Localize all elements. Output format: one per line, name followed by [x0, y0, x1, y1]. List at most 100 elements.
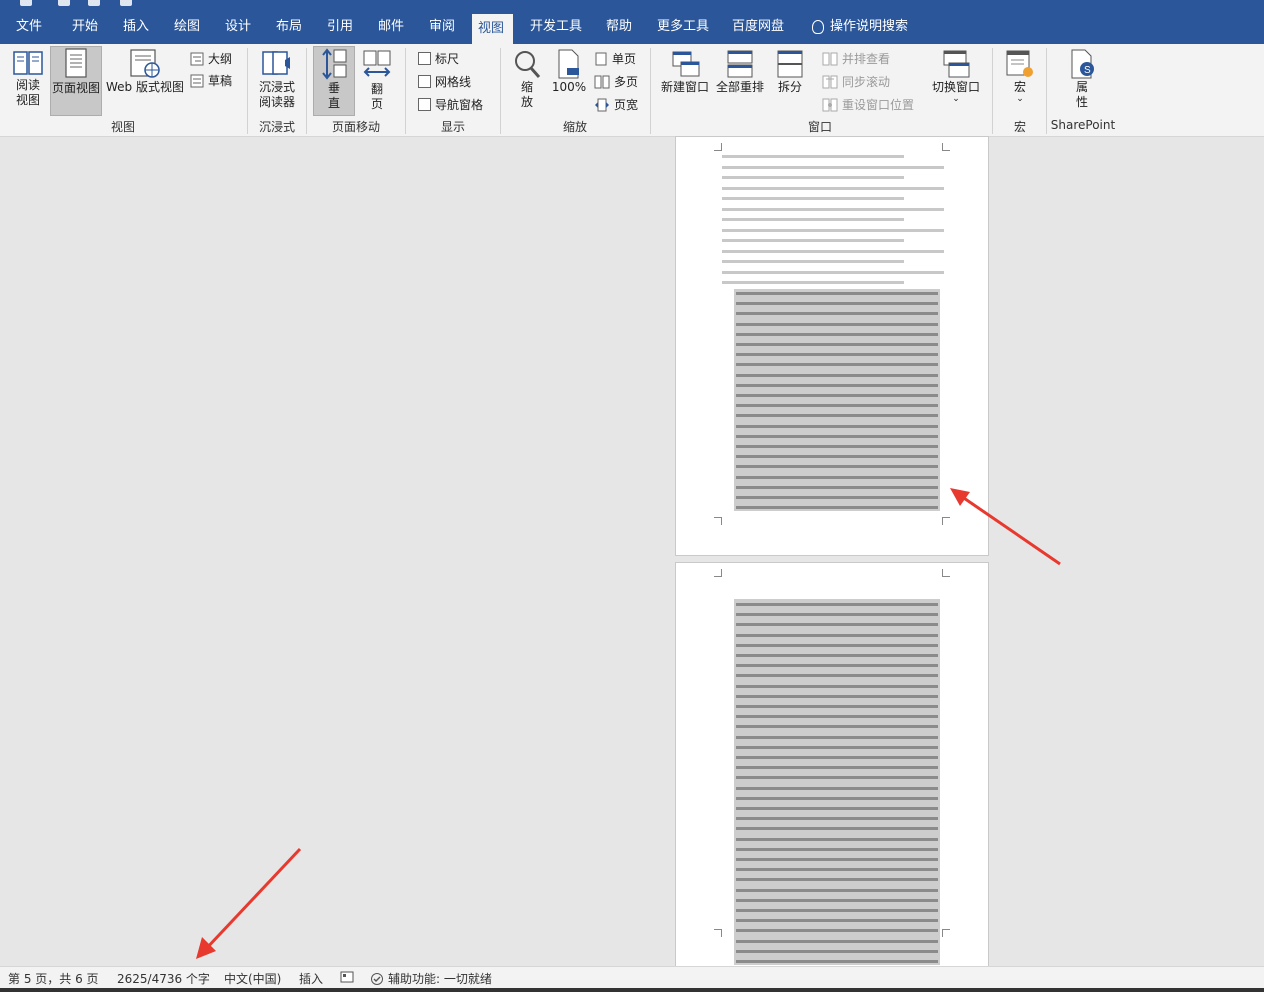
taskbar-edge — [0, 988, 1264, 992]
tab-home[interactable]: 开始 — [66, 10, 104, 44]
web-layout-button[interactable]: Web 版式视图 — [104, 48, 186, 114]
switch-windows-icon — [943, 50, 970, 78]
text-line — [736, 796, 938, 800]
text-line — [736, 353, 938, 357]
tab-design[interactable]: 设计 — [219, 10, 257, 44]
accessibility-label: 辅助功能: 一切就绪 — [388, 972, 492, 986]
text-line — [722, 155, 904, 158]
properties-button[interactable]: S 属性 — [1062, 48, 1102, 114]
gridlines-check-box[interactable] — [418, 75, 431, 88]
tab-baidu-netdisk[interactable]: 百度网盘 — [726, 10, 790, 44]
text-line — [736, 909, 938, 912]
multiple-pages-label: 多页 — [614, 75, 639, 89]
text-line — [722, 281, 904, 284]
text-line — [736, 414, 938, 418]
text-line — [736, 332, 938, 336]
text-line — [722, 239, 904, 242]
tab-insert[interactable]: 插入 — [117, 10, 155, 44]
tab-more-tools[interactable]: 更多工具 — [651, 10, 715, 44]
word-count-status[interactable]: 2625/4736 个字 — [117, 970, 210, 987]
text-line — [736, 613, 938, 617]
document-page[interactable] — [675, 562, 989, 968]
nav-pane-checkbox[interactable]: 导航窗格 — [418, 96, 483, 113]
redo-icon[interactable] — [88, 0, 100, 6]
draft-button[interactable]: 草稿 — [190, 72, 232, 89]
sync-scroll-button[interactable]: 同步滚动 — [822, 73, 890, 90]
text-line — [736, 302, 938, 306]
tab-review[interactable]: 审阅 — [423, 10, 461, 44]
page-count-status[interactable]: 第 5 页，共 6 页 — [8, 970, 99, 987]
vertical-scroll-icon — [322, 48, 347, 80]
group-label-macros: 宏 — [1013, 120, 1026, 134]
immersive-reader-button[interactable]: 沉浸式 阅读器 — [252, 48, 302, 114]
draft-label: 草稿 — [208, 74, 233, 88]
macros-button[interactable]: 宏 ⌄ — [1000, 48, 1040, 118]
multiple-pages-button[interactable]: 多页 — [594, 73, 638, 90]
text-line — [736, 837, 938, 841]
vertical-button[interactable]: 垂直 — [313, 46, 355, 116]
outline-icon — [190, 52, 204, 65]
text-line — [722, 270, 944, 274]
print-layout-icon — [65, 48, 87, 78]
language-status[interactable]: 中文(中国) — [224, 970, 281, 987]
tab-layout[interactable]: 布局 — [270, 10, 308, 44]
text-line — [736, 878, 938, 882]
gridlines-checkbox[interactable]: 网格线 — [418, 73, 471, 90]
read-mode-icon — [13, 51, 43, 75]
text-line — [736, 960, 938, 963]
accessibility-icon — [371, 972, 383, 985]
tab-draw[interactable]: 绘图 — [168, 10, 206, 44]
text-line — [736, 623, 938, 627]
zoom-100-button[interactable]: 100% — [549, 48, 589, 114]
save-icon[interactable] — [20, 0, 32, 6]
tab-view[interactable]: 视图 — [472, 14, 513, 44]
arrange-all-button[interactable]: 全部重排 — [714, 48, 766, 114]
web-layout-label: Web 版式视图 — [106, 80, 184, 94]
nav-pane-check-box[interactable] — [418, 98, 431, 111]
group-separator — [1046, 48, 1047, 134]
tab-references[interactable]: 引用 — [321, 10, 359, 44]
tab-developer[interactable]: 开发工具 — [524, 10, 588, 44]
insert-mode-status[interactable]: 插入 — [299, 970, 323, 987]
ribbon-tab-bar: 文件 开始 插入 绘图 设计 布局 引用 邮件 审阅 视图 开发工具 帮助 更多… — [0, 10, 1264, 44]
undo-icon[interactable] — [58, 0, 70, 6]
page-width-button[interactable]: 页宽 — [594, 96, 638, 113]
one-page-label: 单页 — [612, 52, 637, 66]
tell-me-label: 操作说明搜索 — [830, 19, 909, 34]
new-window-icon — [672, 51, 700, 77]
ruler-check-box[interactable] — [418, 52, 431, 65]
immersive-reader-icon — [262, 51, 290, 75]
text-line — [722, 165, 944, 169]
text-line — [736, 363, 938, 367]
macro-record-icon[interactable] — [340, 970, 354, 987]
text-line — [736, 858, 938, 861]
one-page-button[interactable]: 单页 — [594, 50, 636, 67]
page-width-icon — [595, 98, 609, 111]
zoom-button[interactable]: 缩放 — [507, 48, 547, 114]
view-side-by-side-button[interactable]: 并排查看 — [822, 50, 890, 67]
draft-icon — [190, 74, 204, 87]
outline-button[interactable]: 大纲 — [190, 50, 232, 67]
nav-pane-label: 导航窗格 — [435, 98, 484, 112]
split-button[interactable]: 拆分 — [770, 48, 810, 114]
ruler-checkbox[interactable]: 标尺 — [418, 50, 459, 67]
split-window-icon — [777, 50, 803, 78]
text-line — [736, 373, 938, 377]
text-line — [736, 949, 938, 953]
read-mode-button[interactable]: 阅读 视图 — [6, 48, 50, 114]
print-preview-icon[interactable] — [120, 0, 132, 6]
tell-me-search[interactable]: 操作说明搜索 — [806, 10, 914, 44]
side-to-side-button[interactable]: 翻页 — [357, 48, 397, 114]
text-line — [722, 260, 904, 263]
tab-file[interactable]: 文件 — [10, 10, 48, 44]
reset-window-position-button[interactable]: 重设窗口位置 — [822, 96, 914, 113]
switch-windows-button[interactable]: 切换窗口 ⌄ — [928, 48, 984, 118]
text-line — [736, 756, 938, 759]
text-line — [736, 343, 938, 346]
tab-help[interactable]: 帮助 — [600, 10, 638, 44]
properties-label: 属性 — [1075, 80, 1088, 109]
accessibility-status[interactable]: 辅助功能: 一切就绪 — [370, 970, 492, 987]
print-layout-button[interactable]: 页面视图 — [50, 46, 102, 116]
new-window-button[interactable]: 新建窗口 — [657, 48, 713, 114]
tab-mailings[interactable]: 邮件 — [372, 10, 410, 44]
